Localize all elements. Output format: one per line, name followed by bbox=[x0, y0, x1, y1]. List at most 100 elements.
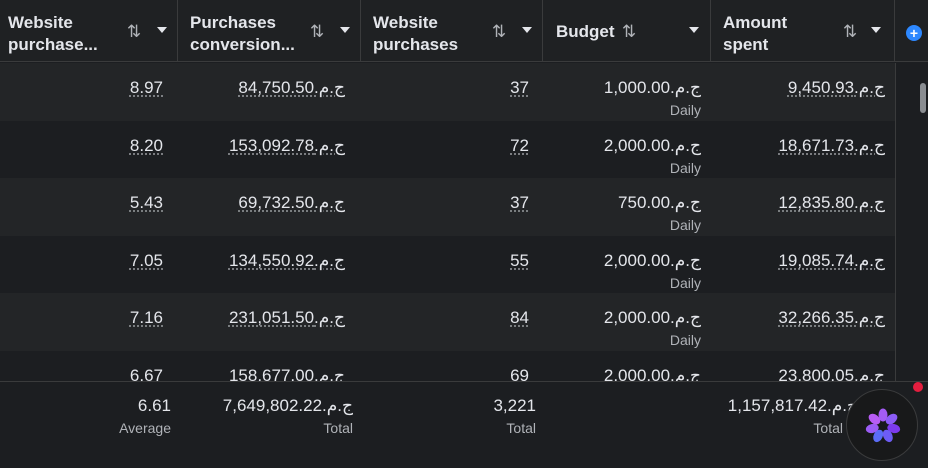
sort-arrows-icon[interactable]: ⇅ bbox=[619, 22, 639, 42]
table-row[interactable]: 8.97 ج.م.‏84,750.50 37 ج.م.‏1,000.00 Daily ج.… bbox=[0, 63, 895, 121]
column-title: Purchases conversion... bbox=[190, 13, 295, 54]
purchases-value[interactable]: 55 bbox=[510, 251, 529, 271]
total-purchases-cell: 3,221 Total bbox=[361, 382, 543, 468]
amount-spent-value[interactable]: ج.م.‏19,085.74 bbox=[778, 251, 885, 271]
totals-row: 6.61 Average ج.م.‏7,649,802.22 Total 3,2… bbox=[0, 381, 928, 468]
amount-spent-value[interactable]: ج.م.‏32,266.35 bbox=[778, 308, 885, 328]
table-row[interactable]: 8.20 ج.م.‏153,092.78 72 ج.م.‏2,000.00 Daily ج… bbox=[0, 120, 895, 179]
purchases-cell: 55 bbox=[361, 236, 543, 294]
purchases-value[interactable]: 84 bbox=[510, 308, 529, 328]
table-body: 8.97 ج.م.‏84,750.50 37 ج.م.‏1,000.00 Daily ج.… bbox=[0, 63, 928, 381]
budget-period-label: Daily bbox=[669, 102, 701, 118]
total-conversion-label: Total bbox=[323, 420, 353, 436]
total-roas-cell: 6.61 Average bbox=[0, 382, 178, 468]
budget-value: ج.م.‏2,000.00 bbox=[603, 308, 701, 327]
column-header-amount-spent[interactable]: Amount spent ⇅ bbox=[711, 0, 895, 62]
budget-cell: ج.م.‏2,000.00Daily bbox=[543, 351, 711, 382]
budget-period-label: Daily bbox=[669, 159, 701, 176]
conversion-value-cell: ج.م.‏231,051.50 bbox=[178, 293, 361, 351]
budget-value: ج.م.‏2,000.00 bbox=[603, 135, 701, 155]
roas-value[interactable]: 8.97 bbox=[130, 78, 163, 98]
column-header-budget[interactable]: Budget ⇅ bbox=[543, 0, 711, 62]
conversion-value-cell: ج.م.‏134,550.92 bbox=[178, 236, 361, 294]
scrollbar-thumb[interactable] bbox=[920, 83, 926, 113]
sort-arrows-icon[interactable]: ⇅ bbox=[307, 22, 327, 42]
amount-spent-cell: ج.م.‏12,835.80 bbox=[711, 178, 895, 236]
chevron-down-icon[interactable] bbox=[522, 27, 532, 33]
budget-period-label: Daily bbox=[669, 332, 701, 348]
amount-spent-value[interactable]: ج.م.‏23,800.05 bbox=[778, 366, 885, 382]
purchases-cell: 37 bbox=[361, 178, 543, 236]
chevron-down-icon[interactable] bbox=[157, 27, 167, 33]
purchases-value[interactable]: 37 bbox=[510, 78, 529, 98]
column-header-purchases-conversion-value[interactable]: Purchases conversion... ⇅ bbox=[178, 0, 361, 62]
roas-cell: 5.43 bbox=[0, 178, 178, 236]
budget-value: ج.م.‏2,000.00 bbox=[603, 365, 701, 382]
roas-cell: 7.05 bbox=[0, 236, 178, 294]
table-row[interactable]: 7.16 ج.م.‏231,051.50 84 ج.م.‏2,000.00 Daily ج… bbox=[0, 293, 895, 351]
roas-value[interactable]: 6.67 bbox=[130, 366, 163, 382]
budget-cell: ج.م.‏2,000.00 Daily bbox=[543, 293, 711, 351]
purchases-cell: 84 bbox=[361, 293, 543, 351]
scrollbar-track[interactable] bbox=[895, 63, 928, 381]
chevron-down-icon[interactable] bbox=[689, 27, 699, 33]
add-column-cell: + bbox=[895, 0, 928, 62]
total-roas-value: 6.61 bbox=[137, 396, 171, 415]
purchases-cell: 37 bbox=[361, 63, 543, 121]
plus-circle-icon[interactable]: + bbox=[906, 25, 922, 41]
amount-spent-cell: ج.م.‏18,671.73 bbox=[711, 121, 895, 179]
table-header: Website purchase... ⇅ Purchases conversi… bbox=[0, 0, 928, 62]
purchases-cell: 72 bbox=[361, 121, 543, 179]
total-roas-label: Average bbox=[119, 420, 171, 436]
roas-value[interactable]: 7.16 bbox=[130, 308, 163, 328]
roas-cell: 6.67 bbox=[0, 351, 178, 382]
budget-period-label: Daily bbox=[669, 217, 701, 233]
table-row[interactable]: 5.43 ج.م.‏69,732.50 37 ج.م.‏750.00 Daily ج.م.… bbox=[0, 178, 895, 236]
budget-value: ج.م.‏750.00 bbox=[618, 193, 701, 212]
table-row[interactable]: 6.67ج.م.‏158,677.0069ج.م.‏2,000.00Dailyج… bbox=[0, 350, 895, 382]
amount-spent-value[interactable]: ج.م.‏9,450.93 bbox=[788, 78, 885, 98]
column-title: Website purchases bbox=[373, 13, 459, 54]
conversion-value-cell: ج.م.‏69,732.50 bbox=[178, 178, 361, 236]
total-conversion-value-cell: ج.م.‏7,649,802.22 Total bbox=[178, 382, 361, 468]
column-header-website-purchase-roas[interactable]: Website purchase... ⇅ bbox=[0, 0, 178, 62]
amount-spent-cell: ج.م.‏32,266.35 bbox=[711, 293, 895, 351]
table-row[interactable]: 7.05 ج.م.‏134,550.92 55 ج.م.‏2,000.00 Daily ج… bbox=[0, 235, 895, 294]
ai-assistant-button[interactable] bbox=[846, 389, 918, 461]
conversion-value-cell: ج.م.‏153,092.78 bbox=[178, 121, 361, 179]
purchases-value[interactable]: 37 bbox=[510, 193, 529, 213]
purchases-cell: 69 bbox=[361, 351, 543, 382]
roas-cell: 7.16 bbox=[0, 293, 178, 351]
amount-spent-cell: ج.م.‏23,800.05 bbox=[711, 351, 895, 382]
column-title: Budget bbox=[556, 22, 615, 41]
purchases-value[interactable]: 72 bbox=[510, 136, 529, 156]
sort-arrows-icon[interactable]: ⇅ bbox=[840, 22, 860, 42]
purchases-value[interactable]: 69 bbox=[510, 366, 529, 382]
budget-cell: ج.م.‏2,000.00 Daily bbox=[543, 121, 711, 179]
total-spent-value: ج.م.‏1,157,817.42 bbox=[727, 396, 858, 415]
chevron-down-icon[interactable] bbox=[340, 27, 350, 33]
total-purchases-label: Total bbox=[506, 420, 536, 436]
conversion-value-value[interactable]: ج.م.‏231,051.50 bbox=[229, 308, 345, 328]
conversion-value-value[interactable]: ج.م.‏153,092.78 bbox=[229, 136, 345, 156]
conversion-value-value[interactable]: ج.م.‏69,732.50 bbox=[238, 193, 345, 213]
budget-value: ج.م.‏2,000.00 bbox=[603, 250, 701, 270]
conversion-value-value[interactable]: ج.م.‏134,550.92 bbox=[229, 251, 345, 271]
amount-spent-value[interactable]: ج.م.‏12,835.80 bbox=[778, 193, 885, 213]
amount-spent-value[interactable]: ج.م.‏18,671.73 bbox=[778, 136, 885, 156]
conversion-value-value[interactable]: ج.م.‏84,750.50 bbox=[238, 78, 345, 98]
total-conversion-value: ج.م.‏7,649,802.22 bbox=[222, 396, 353, 415]
chevron-down-icon[interactable] bbox=[871, 27, 881, 33]
sort-arrows-icon[interactable]: ⇅ bbox=[124, 22, 144, 42]
budget-cell: ج.م.‏750.00 Daily bbox=[543, 178, 711, 236]
conversion-value-value[interactable]: ج.م.‏158,677.00 bbox=[229, 366, 345, 382]
column-title: Amount spent bbox=[723, 13, 788, 54]
budget-cell: ج.م.‏1,000.00 Daily bbox=[543, 63, 711, 121]
total-budget-cell bbox=[543, 382, 711, 468]
sort-arrows-icon[interactable]: ⇅ bbox=[489, 22, 509, 42]
roas-value[interactable]: 8.20 bbox=[130, 136, 163, 156]
roas-value[interactable]: 5.43 bbox=[130, 193, 163, 213]
column-header-website-purchases[interactable]: Website purchases ⇅ bbox=[361, 0, 543, 62]
roas-value[interactable]: 7.05 bbox=[130, 251, 163, 271]
amount-spent-cell: ج.م.‏19,085.74 bbox=[711, 236, 895, 294]
